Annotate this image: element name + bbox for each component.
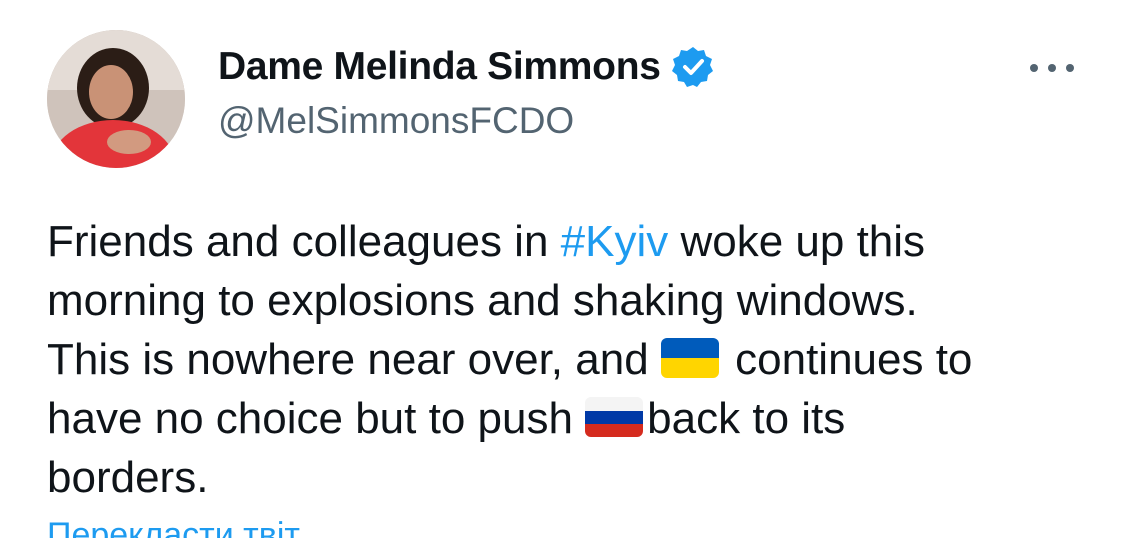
tweet-line: have no choice but to push back to its (47, 389, 1107, 448)
more-horizontal-icon[interactable] (1030, 58, 1074, 78)
tweet-text: Friends and colleagues in #Kyiv woke up … (47, 212, 1107, 507)
display-name[interactable]: Dame Melinda Simmons (218, 45, 661, 89)
text-segment: borders. (47, 453, 209, 502)
text-segment: have no choice but to push (47, 394, 586, 443)
dot (1030, 64, 1038, 72)
text-segment: woke up this (668, 217, 926, 266)
tweet-line: borders. (47, 448, 1107, 507)
verified-badge-icon (671, 45, 715, 89)
tweet-line: Friends and colleagues in #Kyiv woke up … (47, 212, 1107, 271)
translate-tweet-link[interactable]: Перекласти твіт (47, 516, 300, 538)
tweet-line: This is nowhere near over, and continues… (47, 330, 1107, 389)
name-row: Dame Melinda Simmons (218, 40, 715, 94)
text-segment: continues to (722, 335, 973, 384)
text-segment: back to its (647, 394, 846, 443)
text-segment: Friends and colleagues in (47, 217, 561, 266)
tweet-card: Dame Melinda Simmons @MelSimmonsFCDO Fri… (0, 0, 1124, 538)
handle[interactable]: @MelSimmonsFCDO (218, 100, 715, 142)
avatar[interactable] (47, 30, 185, 168)
dot (1066, 64, 1074, 72)
text-segment: morning to explosions and shaking window… (47, 276, 918, 325)
text-segment: This is nowhere near over, and (47, 335, 661, 384)
author-block: Dame Melinda Simmons @MelSimmonsFCDO (218, 40, 715, 142)
russia-flag-icon (585, 397, 644, 437)
hashtag-link[interactable]: #Kyiv (561, 217, 669, 266)
ukraine-flag-icon (660, 338, 719, 378)
dot (1048, 64, 1056, 72)
tweet-line: morning to explosions and shaking window… (47, 271, 1107, 330)
profile-photo (47, 30, 185, 168)
